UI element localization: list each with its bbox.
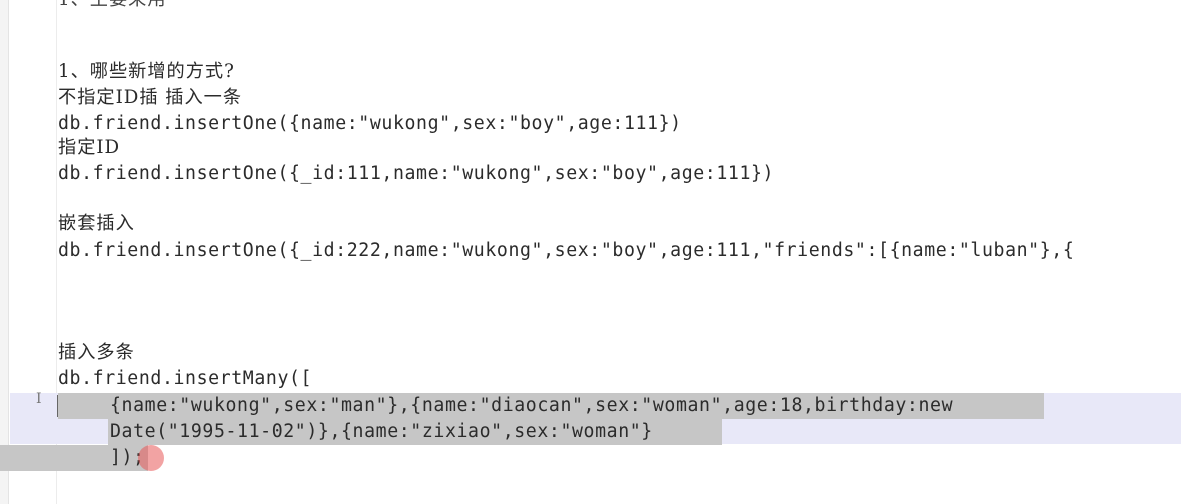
- code-line-partial: 1、主要采用: [58, 0, 167, 13]
- code-line: 不指定ID插 插入一条: [58, 87, 243, 108]
- code-line-selected: Date("1995-11-02")},{name:"zixiao",sex:"…: [110, 421, 653, 442]
- editor-gutter: [0, 0, 9, 504]
- code-line: db.friend.insertOne({_id:111,name:"wukon…: [58, 163, 775, 184]
- mouse-click-indicator: [138, 445, 164, 471]
- code-line: db.friend.insertOne({_id:222,name:"wukon…: [58, 240, 1075, 261]
- text-cursor-icon: I: [36, 391, 42, 407]
- code-line-selected: {name:"wukong",sex:"man"},{name:"diaocan…: [110, 395, 954, 416]
- code-line: db.friend.insertOne({name:"wukong",sex:"…: [58, 113, 682, 134]
- code-line: 指定ID: [58, 137, 121, 158]
- code-line: 1、哪些新增的方式?: [58, 61, 235, 82]
- text-caret: [57, 395, 58, 417]
- code-line: 插入多条: [58, 342, 135, 363]
- code-line: db.friend.insertMany([: [58, 368, 313, 389]
- code-line: 嵌套插入: [58, 213, 135, 234]
- text-editor[interactable]: 1、主要采用 1、哪些新增的方式? 不指定ID插 插入一条 db.friend.…: [0, 0, 1181, 504]
